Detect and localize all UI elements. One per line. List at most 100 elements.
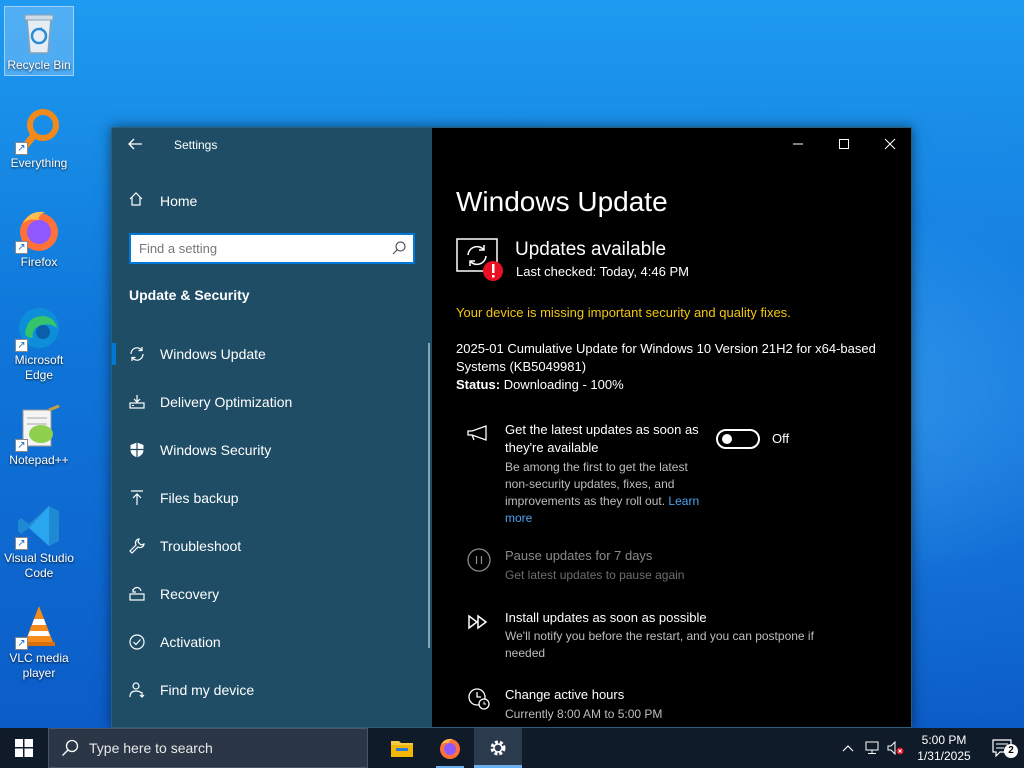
chevron-up-icon	[842, 745, 854, 752]
sidebar-item-label: Troubleshoot	[160, 538, 242, 554]
update-status-value: Downloading - 100%	[503, 377, 624, 392]
desktop-icon-everything[interactable]: ↗ Everything	[4, 105, 74, 173]
search-icon[interactable]	[391, 240, 407, 256]
desktop-icon-edge[interactable]: ↗ Microsoft Edge	[4, 302, 74, 385]
recycle-bin-icon	[15, 9, 63, 57]
option-get-latest-updates: Get the latest updates as soon as they'r…	[466, 421, 886, 531]
sidebar-item-label: Files backup	[160, 490, 239, 506]
sidebar-item-recovery[interactable]: Recovery	[112, 570, 432, 618]
shortcut-arrow-icon: ↗	[15, 142, 28, 155]
shortcut-arrow-icon: ↗	[15, 439, 28, 452]
close-icon	[884, 138, 896, 150]
wrench-icon	[128, 537, 146, 555]
taskbar-apps	[378, 728, 522, 768]
last-checked-text: Last checked: Today, 4:46 PM	[516, 264, 689, 279]
sidebar-nav: Windows Update Delivery Optimization Win…	[112, 330, 432, 714]
shortcut-arrow-icon: ↗	[15, 637, 28, 650]
taskbar-settings[interactable]	[474, 728, 522, 768]
toggle-state-label: Off	[772, 431, 790, 446]
show-hidden-icons-button[interactable]	[836, 728, 860, 768]
update-status-title: Updates available	[515, 239, 667, 260]
sidebar-item-label: Activation	[160, 634, 221, 650]
sidebar-item-activation[interactable]: Activation	[112, 618, 432, 666]
notification-count-badge: 2	[1004, 744, 1018, 758]
option-description: Be among the first to get the latest non…	[505, 459, 705, 527]
toggle-knob	[722, 434, 732, 444]
everything-search-icon: ↗	[15, 107, 63, 155]
megaphone-icon	[466, 421, 492, 447]
maximize-button[interactable]	[821, 128, 867, 160]
option-title: Install updates as soon as possible	[505, 610, 707, 625]
option-change-active-hours[interactable]: Change active hours Currently 8:00 AM to…	[466, 686, 886, 726]
desktop-icon-label: VLC media player	[9, 651, 69, 680]
desktop-icon-recycle-bin[interactable]: Recycle Bin	[4, 6, 74, 76]
sidebar-item-find-my-device[interactable]: Find my device	[112, 666, 432, 714]
minimize-icon	[793, 143, 803, 145]
security-warning-text: Your device is missing important securit…	[456, 305, 791, 320]
settings-sidebar: Settings Home Update & Security Windows …	[112, 128, 432, 727]
home-icon	[128, 191, 146, 210]
desktop-icon-vlc[interactable]: ↗ VLC media player	[4, 600, 74, 683]
sidebar-item-home[interactable]: Home	[128, 191, 197, 210]
check-circle-icon	[128, 633, 146, 651]
option-install-asap[interactable]: Install updates as soon as possible We'l…	[466, 609, 886, 665]
shield-icon	[128, 441, 146, 459]
page-title: Windows Update	[456, 186, 668, 217]
sidebar-item-files-backup[interactable]: Files backup	[112, 474, 432, 522]
option-title: Pause updates for 7 days	[505, 548, 653, 563]
shortcut-arrow-icon: ↗	[15, 537, 28, 550]
desktop-icon-label: Visual Studio Code	[4, 551, 74, 580]
clock-time: 5:00 PM	[921, 733, 967, 747]
option-title: Get the latest updates as soon as they'r…	[505, 422, 699, 455]
taskbar: Type here to search 5:00 PM 1/31/2025 2	[0, 728, 1024, 768]
action-center-button[interactable]: 2	[980, 728, 1024, 768]
minimize-button[interactable]	[775, 128, 821, 160]
sidebar-item-windows-security[interactable]: Windows Security	[112, 426, 432, 474]
volume-button[interactable]	[884, 728, 908, 768]
back-button[interactable]	[126, 136, 146, 154]
clock-date: 1/31/2025	[917, 749, 971, 763]
update-name: 2025-01 Cumulative Update for Windows 10…	[456, 341, 876, 374]
start-button[interactable]	[0, 728, 48, 768]
desktop-icon-label: Firefox	[20, 255, 58, 269]
desktop-icon-notepadpp[interactable]: ↗ Notepad++	[4, 402, 74, 470]
taskbar-search-placeholder: Type here to search	[89, 740, 213, 756]
sidebar-item-delivery-optimization[interactable]: Delivery Optimization	[112, 378, 432, 426]
latest-updates-toggle[interactable]	[716, 429, 760, 449]
windows-logo-icon	[15, 739, 33, 757]
sync-icon	[128, 345, 146, 363]
desktop-icon-firefox[interactable]: ↗ Firefox	[4, 204, 74, 272]
close-button[interactable]	[867, 128, 911, 160]
taskbar-file-explorer[interactable]	[378, 728, 426, 768]
network-button[interactable]	[860, 728, 884, 768]
shortcut-arrow-icon: ↗	[15, 241, 28, 254]
home-label: Home	[160, 192, 198, 209]
sidebar-item-troubleshoot[interactable]: Troubleshoot	[112, 522, 432, 570]
taskbar-search-box[interactable]: Type here to search	[48, 728, 368, 768]
folder-icon	[391, 741, 413, 757]
option-description: Currently 8:00 AM to 5:00 PM	[505, 707, 663, 721]
firefox-icon	[440, 738, 460, 759]
taskbar-clock[interactable]: 5:00 PM 1/31/2025	[908, 732, 980, 764]
sidebar-item-label: Delivery Optimization	[160, 394, 293, 410]
desktop-icon-vscode[interactable]: ↗ Visual Studio Code	[4, 500, 74, 583]
firefox-icon: ↗	[15, 206, 63, 254]
gear-icon	[490, 740, 506, 756]
notepadpp-icon: ↗	[15, 404, 63, 452]
settings-search-box[interactable]	[129, 233, 415, 264]
taskbar-firefox[interactable]	[426, 728, 474, 768]
desktop-icon-label: Notepad++	[9, 453, 69, 467]
settings-search-input[interactable]	[131, 235, 381, 262]
sidebar-item-windows-update[interactable]: Windows Update	[112, 330, 432, 378]
edge-icon: ↗	[15, 304, 63, 352]
option-description: Get latest updates to pause again	[505, 568, 685, 582]
windows-update-page: Windows Update Updates available Last ch…	[432, 128, 911, 727]
system-tray: 5:00 PM 1/31/2025 2	[836, 728, 1024, 768]
backup-arrow-icon	[128, 489, 146, 507]
sidebar-scrollbar[interactable]	[428, 343, 430, 648]
option-pause-updates: Pause updates for 7 days Get latest upda…	[466, 547, 886, 587]
delivery-optimization-icon	[128, 393, 146, 411]
shortcut-arrow-icon: ↗	[15, 339, 28, 352]
recovery-icon	[128, 585, 146, 603]
update-status-label: Status:	[456, 377, 501, 392]
